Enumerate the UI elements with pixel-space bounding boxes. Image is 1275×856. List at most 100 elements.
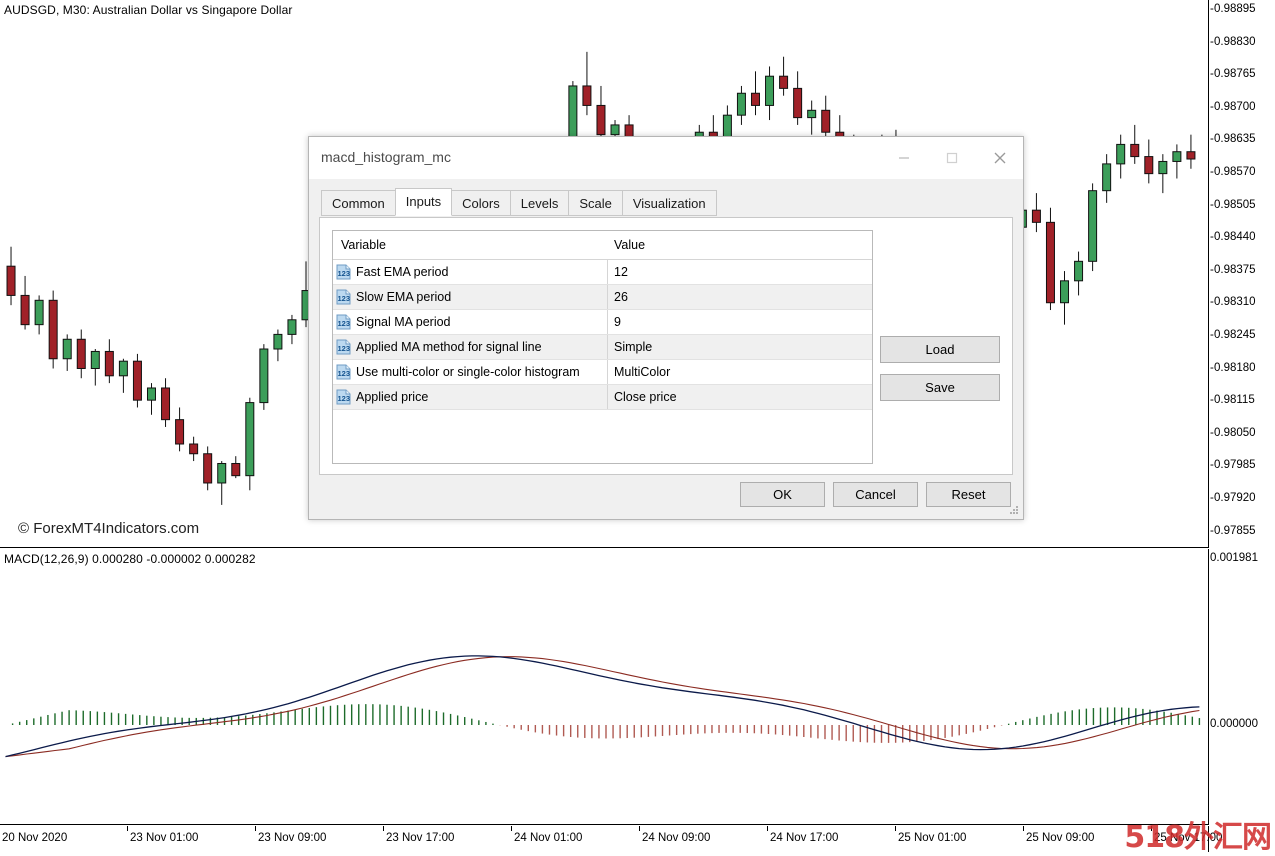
tab-levels[interactable]: Levels (509, 190, 570, 216)
cancel-button[interactable]: Cancel (833, 482, 918, 507)
price-tick: -0.98700 (1210, 100, 1256, 113)
resize-grip[interactable] (1010, 506, 1020, 516)
time-tick: 23 Nov 17:00 (386, 832, 455, 844)
time-tick-separator (127, 826, 128, 831)
table-row[interactable]: 123 Applied price Close price (333, 385, 872, 410)
price-tick: -0.98635 (1210, 133, 1256, 146)
svg-text:123: 123 (338, 319, 351, 328)
dialog-title: macd_histogram_mc (321, 149, 451, 165)
numeric-parameter-icon: 123 (336, 339, 351, 355)
macd-tick: 0.000000 (1210, 718, 1258, 730)
load-button[interactable]: Load (880, 336, 1000, 363)
parameter-value-cell[interactable]: MultiColor (608, 360, 872, 384)
minimize-button[interactable] (881, 137, 927, 178)
time-tick: 25 Nov 09:00 (1026, 832, 1095, 844)
price-tick: -0.98375 (1210, 263, 1256, 276)
macd-indicator-pane[interactable]: MACD(12,26,9) 0.000280 -0.000002 0.00028… (0, 549, 1209, 825)
price-tick: -0.98505 (1210, 198, 1256, 211)
parameter-label: Applied price (356, 390, 429, 404)
numeric-parameter-icon: 123 (336, 289, 351, 305)
macd-plot (5, 655, 1201, 758)
table-row[interactable]: 123 Applied MA method for signal line Simp… (333, 335, 872, 360)
tab-visualization[interactable]: Visualization (621, 190, 717, 216)
tab-inputs[interactable]: Inputs (394, 188, 453, 216)
dialog-content-inputs: Variable Value 123 Fast EMA period 12 123 Slow… (319, 217, 1013, 475)
svg-text:123: 123 (338, 369, 351, 378)
table-row[interactable]: 123 Fast EMA period 12 (333, 260, 872, 285)
time-tick-separator (767, 826, 768, 831)
parameter-label: Fast EMA period (356, 265, 449, 279)
price-tick: -0.98310 (1210, 296, 1256, 309)
minimize-icon (899, 156, 909, 159)
dialog-tabstrip[interactable]: Common Inputs Colors Levels Scale Visualizati… (309, 188, 1023, 218)
svg-text:123: 123 (338, 269, 351, 278)
parameter-name-cell: 123 Applied MA method for signal line (333, 335, 608, 359)
time-tick: 23 Nov 01:00 (130, 832, 199, 844)
tab-scale[interactable]: Scale (568, 190, 623, 216)
price-tick: -0.97920 (1210, 492, 1256, 504)
numeric-parameter-icon: 123 (336, 364, 351, 380)
dialog-titlebar[interactable]: macd_histogram_mc (309, 137, 1023, 180)
tab-colors[interactable]: Colors (451, 190, 511, 216)
parameter-value-cell[interactable]: 26 (608, 285, 872, 309)
svg-text:123: 123 (338, 394, 351, 403)
site-watermark: 518外汇网 (1124, 820, 1272, 855)
macd-values-label: MACD(12,26,9) 0.000280 -0.000002 0.00028… (4, 552, 256, 566)
time-tick: 24 Nov 09:00 (642, 832, 711, 844)
parameter-label: Signal MA period (356, 315, 451, 329)
save-button[interactable]: Save (880, 374, 1000, 401)
parameter-label: Applied MA method for signal line (356, 340, 542, 354)
price-tick: -0.98180 (1210, 361, 1256, 374)
time-tick-separator (639, 826, 640, 831)
close-icon (994, 152, 1006, 163)
time-tick: 23 Nov 09:00 (258, 832, 327, 844)
reset-button[interactable]: Reset (926, 482, 1011, 507)
parameter-value-cell[interactable]: 9 (608, 310, 872, 334)
column-header-value: Value (614, 238, 646, 252)
parameter-name-cell: 123 Fast EMA period (333, 260, 608, 284)
svg-text:123: 123 (338, 294, 351, 303)
parameter-name-cell: 123 Slow EMA period (333, 285, 608, 309)
table-row[interactable]: 123 Use multi-color or single-color histo… (333, 360, 872, 385)
time-tick-separator (1023, 826, 1024, 831)
table-row[interactable]: 123 Signal MA period 9 (333, 310, 872, 335)
parameter-name-cell: 123 Use multi-color or single-color histo… (333, 360, 608, 384)
copyright-label: © ForexMT4Indicators.com (18, 520, 200, 537)
time-tick-separator (255, 826, 256, 831)
parameter-value-cell[interactable]: Simple (608, 335, 872, 359)
time-tick: 24 Nov 17:00 (770, 832, 839, 844)
time-tick-separator (895, 826, 896, 831)
parameter-label: Slow EMA period (356, 290, 452, 304)
price-scale-axis[interactable]: -0.98895 -0.98830 -0.98765 -0.98700 -0.98635… (1210, 0, 1275, 826)
time-tick-separator (383, 826, 384, 831)
parameters-table[interactable]: Variable Value 123 Fast EMA period 12 123 Slow… (332, 230, 873, 464)
time-scale-axis[interactable]: 20 Nov 2020 23 Nov 01:00 23 Nov 09:00 23 No… (0, 826, 1222, 852)
price-tick: -0.98765 (1210, 68, 1256, 81)
price-tick: -0.98245 (1210, 329, 1256, 341)
time-tick: 25 Nov 01:00 (898, 832, 967, 844)
time-tick: 20 Nov 2020 (2, 832, 68, 844)
numeric-parameter-icon: 123 (336, 264, 351, 280)
price-tick: -0.98440 (1210, 231, 1256, 244)
symbol-period-label: AUDSGD, M30: Australian Dollar vs Singap… (4, 3, 293, 17)
table-row[interactable]: 123 Slow EMA period 26 (333, 285, 872, 310)
macd-tick: 0.001981 (1210, 552, 1258, 564)
parameter-name-cell: 123 Signal MA period (333, 310, 608, 334)
table-header-row: Variable Value (333, 231, 872, 260)
price-tick: -0.98570 (1210, 166, 1256, 178)
maximize-button[interactable] (929, 137, 975, 178)
tab-common[interactable]: Common (321, 190, 396, 216)
parameter-name-cell: 123 Applied price (333, 385, 608, 409)
close-button[interactable] (977, 137, 1023, 178)
indicator-properties-dialog[interactable]: macd_histogram_mc Common Inputs Colors Leve… (308, 136, 1024, 520)
price-tick: -0.97855 (1210, 524, 1256, 537)
price-tick: -0.98830 (1210, 35, 1256, 48)
parameter-label: Use multi-color or single-color histogra… (356, 365, 580, 379)
parameter-value-cell[interactable]: 12 (608, 260, 872, 284)
time-tick-separator (511, 826, 512, 831)
price-tick: -0.98115 (1210, 394, 1255, 407)
parameter-value-cell[interactable]: Close price (608, 385, 872, 409)
ok-button[interactable]: OK (740, 482, 825, 507)
price-tick: -0.98895 (1210, 3, 1256, 15)
price-tick: -0.97985 (1210, 459, 1256, 472)
